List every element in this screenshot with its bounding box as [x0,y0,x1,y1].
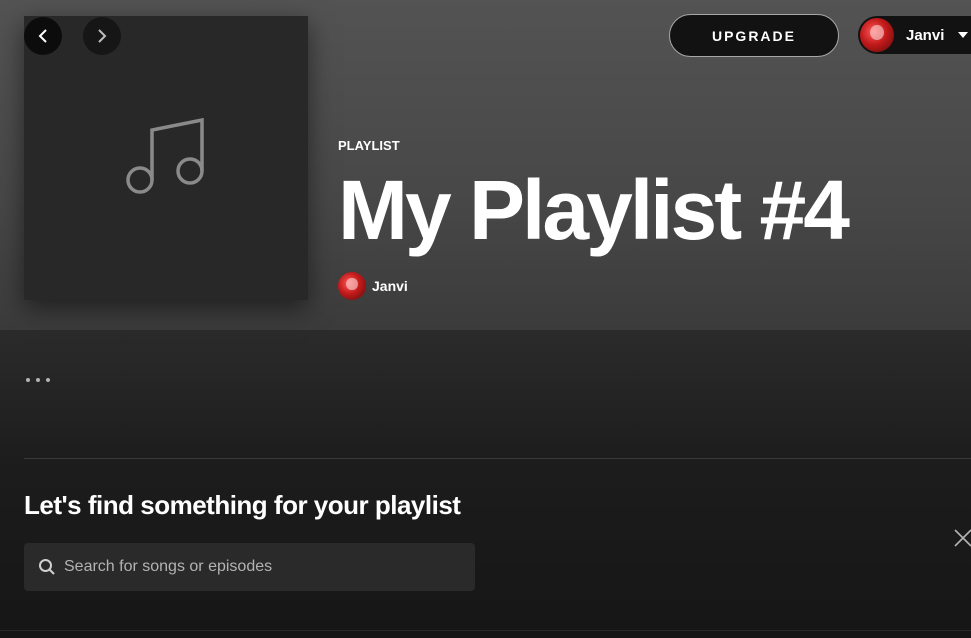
owner-name-link[interactable]: Janvi [372,278,408,294]
song-search-box[interactable] [24,543,475,591]
search-icon [38,558,56,576]
music-note-icon [126,117,204,194]
find-section-heading: Let's find something for your playlist [24,490,461,520]
playlist-owner: Janvi [338,272,408,300]
back-button[interactable] [24,17,62,55]
playlist-type-label: PLAYLIST [338,138,400,153]
playlist-title[interactable]: My Playlist #4 [338,160,850,260]
chevron-right-icon [98,29,107,43]
caret-down-icon [958,32,969,38]
user-menu-button[interactable]: Janvi [858,16,971,54]
owner-avatar [338,272,366,300]
bottom-divider [0,630,971,631]
upgrade-button[interactable]: UPGRADE [669,14,839,57]
forward-button[interactable] [83,17,121,55]
close-icon [954,529,971,547]
search-input[interactable] [64,558,464,576]
more-options-icon [26,378,30,382]
divider [24,458,971,459]
content-background [0,330,971,638]
more-options-button[interactable] [26,370,66,390]
close-finder-button[interactable] [951,526,971,550]
playlist-cover[interactable] [24,16,308,300]
chevron-left-icon [38,29,47,43]
avatar [860,18,894,52]
user-name: Janvi [906,26,945,44]
